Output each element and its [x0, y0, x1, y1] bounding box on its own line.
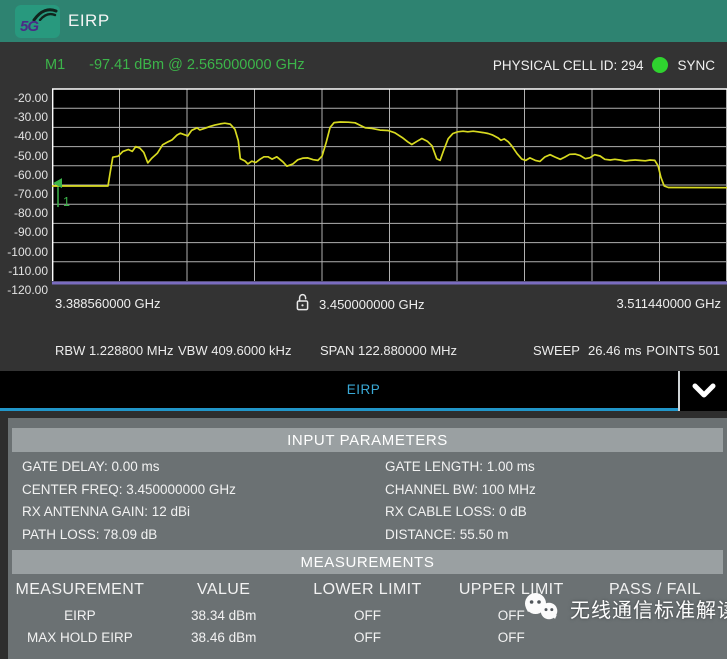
- param-gate-length: GATE LENGTH: 1.00 ms: [385, 459, 535, 477]
- spectrum-plot[interactable]: 1: [52, 88, 727, 286]
- wechat-icon: [522, 592, 562, 625]
- cell-measurement: EIRP: [8, 608, 152, 623]
- spectrum-chart-area[interactable]: -20.00 -30.00 -40.00 -50.00 -60.00 -70.0…: [0, 88, 727, 330]
- cell-measurement: MAX HOLD EIRP: [8, 630, 152, 645]
- sweep-time-readout: 26.46 ms: [588, 343, 641, 358]
- x-start-frequency: 3.388560000 GHz: [55, 296, 161, 311]
- x-stop-frequency: 3.511440000 GHz: [616, 296, 721, 311]
- y-tick: -80.00: [0, 206, 48, 220]
- physical-cell-id: PHYSICAL CELL ID: 294: [493, 58, 644, 73]
- col-value: VALUE: [152, 581, 296, 599]
- marker-row: M1 -97.41 dBm @ 2.565000000 GHz PHYSICAL…: [0, 42, 727, 88]
- sync-label: SYNC: [677, 58, 715, 73]
- input-parameters-header: INPUT PARAMETERS: [12, 428, 723, 452]
- vbw-readout: VBW 409.6000 kHz: [178, 343, 291, 358]
- cell-sync-status: PHYSICAL CELL ID: 294 SYNC: [493, 42, 715, 88]
- measurement-tab-bar: EIRP: [0, 371, 727, 411]
- chevron-down-icon: [691, 382, 717, 400]
- marker-readout[interactable]: M1 -97.41 dBm @ 2.565000000 GHz: [45, 42, 305, 88]
- cell-value: 38.46 dBm: [152, 630, 296, 645]
- y-tick: -50.00: [0, 149, 48, 163]
- param-center-freq: CENTER FREQ: 3.450000000 GHz: [22, 482, 236, 500]
- marker-label: M1: [45, 57, 65, 73]
- unlock-icon: [295, 293, 310, 312]
- y-tick: -40.00: [0, 129, 48, 143]
- col-measurement: MEASUREMENT: [8, 581, 152, 599]
- y-tick: -70.00: [0, 187, 48, 201]
- span-readout: SPAN 122.880000 MHz: [320, 343, 457, 358]
- x-center-frequency: 3.450000000 GHz: [319, 294, 425, 312]
- sync-status-dot: [652, 57, 668, 73]
- x-center-frequency-group[interactable]: 3.450000000 GHz: [295, 293, 425, 312]
- y-tick: -110.00: [0, 264, 48, 278]
- y-tick: -30.00: [0, 110, 48, 124]
- marker-value: -97.41 dBm @ 2.565000000 GHz: [89, 57, 304, 73]
- y-tick: -100.00: [0, 245, 48, 259]
- y-tick: -90.00: [0, 225, 48, 239]
- cell-pass-fail: [583, 630, 727, 645]
- watermark-text: 无线通信标准解读: [570, 594, 727, 623]
- param-channel-bw: CHANNEL BW: 100 MHz: [385, 482, 536, 500]
- param-path-loss: PATH LOSS: 78.09 dB: [22, 527, 157, 545]
- param-distance: DISTANCE: 55.50 m: [385, 527, 509, 545]
- cell-value: 38.34 dBm: [152, 608, 296, 623]
- param-rx-antenna-gain: RX ANTENNA GAIN: 12 dBi: [22, 504, 190, 522]
- y-tick: -60.00: [0, 168, 48, 182]
- tab-eirp[interactable]: EIRP: [347, 382, 381, 397]
- measurements-header: MEASUREMENTS: [12, 550, 723, 574]
- x-axis: 3.388560000 GHz 3.450000000 GHz 3.511440…: [0, 293, 727, 315]
- param-gate-delay: GATE DELAY: 0.00 ms: [22, 459, 160, 477]
- watermark: 无线通信标准解读: [522, 592, 727, 625]
- cell-lower-limit: OFF: [296, 608, 440, 623]
- sweep-label: SWEEP: [533, 343, 580, 358]
- col-lower-limit: LOWER LIMIT: [296, 581, 440, 599]
- sweep-status-row: RBW 1.228800 MHz VBW 409.6000 kHz SPAN 1…: [0, 330, 727, 371]
- 5g-app-icon[interactable]: 5G: [15, 5, 60, 38]
- cell-upper-limit: OFF: [439, 630, 583, 645]
- page-title: EIRP: [68, 0, 110, 42]
- param-rx-cable-loss: RX CABLE LOSS: 0 dB: [385, 504, 527, 522]
- points-readout: POINTS 501: [646, 343, 720, 358]
- app-header: 5G EIRP: [0, 0, 727, 42]
- 5g-logo-label: 5G: [20, 18, 38, 35]
- cell-lower-limit: OFF: [296, 630, 440, 645]
- collapse-panel-button[interactable]: [678, 371, 727, 411]
- table-row-max-hold-eirp: MAX HOLD EIRP 38.46 dBm OFF OFF: [8, 630, 727, 645]
- rbw-readout: RBW 1.228800 MHz: [55, 343, 174, 358]
- y-tick: -20.00: [0, 91, 48, 105]
- analyzer-screen: 5G EIRP M1 -97.41 dBm @ 2.565000000 GHz …: [0, 0, 727, 659]
- svg-text:1: 1: [63, 195, 70, 209]
